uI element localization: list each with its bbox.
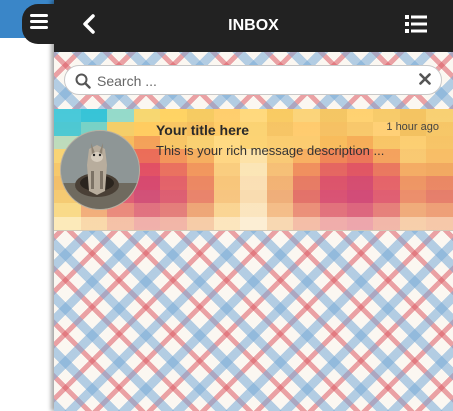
message-title: Your title here <box>156 122 250 138</box>
list-view-button[interactable] <box>402 13 430 39</box>
inbox-panel: INBOX Search ... Your title here 1 hour … <box>54 0 453 411</box>
search-icon <box>75 73 91 89</box>
search-input[interactable] <box>97 70 397 92</box>
page-title: INBOX <box>228 17 279 34</box>
search-bar <box>64 65 442 95</box>
side-background <box>0 0 54 411</box>
message-description: This is your rich message description ..… <box>156 143 385 158</box>
message-time: 1 hour ago <box>386 121 439 133</box>
clear-search-button[interactable] <box>417 73 433 89</box>
list-item[interactable]: Your title here 1 hour ago This is your … <box>54 109 453 231</box>
list-icon <box>405 14 427 38</box>
header-bar: INBOX <box>54 0 453 52</box>
avatar <box>60 130 140 210</box>
hamburger-menu-icon <box>30 14 48 34</box>
close-icon <box>419 72 431 90</box>
menu-button[interactable] <box>22 4 56 44</box>
